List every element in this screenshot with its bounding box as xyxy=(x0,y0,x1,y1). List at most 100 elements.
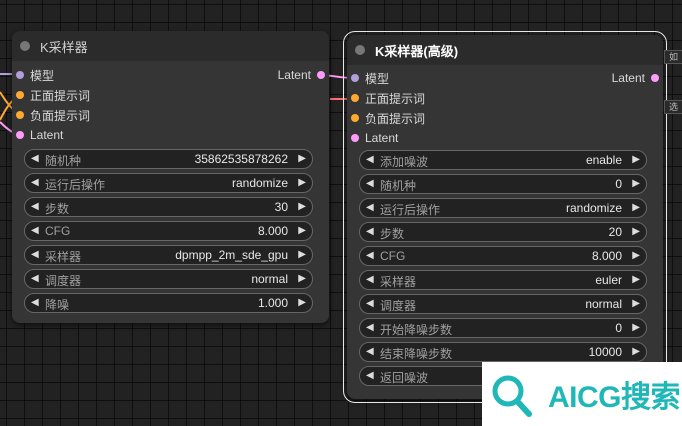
widget-value: randomize xyxy=(231,176,288,190)
widget-seed[interactable]: ◀ 随机种 0 ▶ xyxy=(359,174,647,194)
widget-label: 结束降噪步数 xyxy=(380,347,453,361)
widget-end-at-step[interactable]: ◀ 结束降噪步数 10000 ▶ xyxy=(359,342,647,362)
arrow-right-icon[interactable]: ▶ xyxy=(298,222,306,240)
arrow-left-icon[interactable]: ◀ xyxy=(366,175,374,193)
widget-scheduler[interactable]: ◀ 调度器 normal ▶ xyxy=(359,294,647,314)
arrow-right-icon[interactable]: ▶ xyxy=(632,199,640,217)
widget-sampler[interactable]: ◀ 采样器 euler ▶ xyxy=(359,270,647,290)
input-slot-negative[interactable]: 负面提示词 xyxy=(12,105,329,125)
arrow-left-icon[interactable]: ◀ xyxy=(31,294,39,312)
widget-value: 0 xyxy=(615,177,622,191)
input-slot-model[interactable]: 模型 Latent xyxy=(347,68,663,88)
edge-tab-1[interactable]: 如 xyxy=(664,50,682,64)
arrow-right-icon[interactable]: ▶ xyxy=(632,295,640,313)
edge-tab-2[interactable]: 选 xyxy=(664,100,682,114)
arrow-left-icon[interactable]: ◀ xyxy=(366,247,374,265)
arrow-left-icon[interactable]: ◀ xyxy=(366,367,374,385)
widget-value: euler xyxy=(595,273,622,287)
arrow-right-icon[interactable]: ▶ xyxy=(298,150,306,168)
widget-value: 8.000 xyxy=(257,224,288,238)
arrow-right-icon[interactable]: ▶ xyxy=(298,270,306,288)
widget-value: dpmpp_2m_sde_gpu xyxy=(175,248,288,262)
arrow-right-icon[interactable]: ▶ xyxy=(632,271,640,289)
latent-output-dot[interactable] xyxy=(317,71,325,79)
widget-label: 添加噪波 xyxy=(380,155,429,169)
latent-output-dot[interactable] xyxy=(651,74,659,82)
widget-label: CFG xyxy=(45,224,71,238)
arrow-right-icon[interactable]: ▶ xyxy=(632,319,640,337)
widget-control-after-generate[interactable]: ◀ 运行后操作 randomize ▶ xyxy=(24,173,313,193)
arrow-left-icon[interactable]: ◀ xyxy=(366,295,374,313)
widget-sampler[interactable]: ◀ 采样器 dpmpp_2m_sde_gpu ▶ xyxy=(24,245,313,265)
widget-label: 随机种 xyxy=(380,179,417,193)
arrow-left-icon[interactable]: ◀ xyxy=(366,343,374,361)
widget-value: randomize xyxy=(565,201,622,215)
widget-steps[interactable]: ◀ 步数 30 ▶ xyxy=(24,197,313,217)
arrow-right-icon[interactable]: ▶ xyxy=(298,174,306,192)
model-slot-dot[interactable] xyxy=(16,71,24,79)
watermark: AICG搜索 xyxy=(482,362,682,426)
arrow-left-icon[interactable]: ◀ xyxy=(31,198,39,216)
arrow-right-icon[interactable]: ▶ xyxy=(298,246,306,264)
widget-start-at-step[interactable]: ◀ 开始降噪步数 0 ▶ xyxy=(359,318,647,338)
arrow-right-icon[interactable]: ▶ xyxy=(298,198,306,216)
input-slot-positive[interactable]: 正面提示词 xyxy=(347,88,663,108)
ksampler-node[interactable]: K采样器 模型 Latent 正面提示词 负面提示词 Latent ◀ 随机种 … xyxy=(12,31,329,323)
widget-control-after-generate[interactable]: ◀ 运行后操作 randomize ▶ xyxy=(359,198,647,218)
arrow-right-icon[interactable]: ▶ xyxy=(632,343,640,361)
widget-cfg[interactable]: ◀ CFG 8.000 ▶ xyxy=(24,221,313,241)
arrow-right-icon[interactable]: ▶ xyxy=(632,175,640,193)
collapse-toggle[interactable] xyxy=(20,41,30,51)
ksampler-advanced-node[interactable]: K采样器(高级) 模型 Latent 正面提示词 负面提示词 Latent ◀ … xyxy=(343,31,667,403)
arrow-left-icon[interactable]: ◀ xyxy=(366,199,374,217)
output-label: Latent xyxy=(611,71,645,85)
node-header[interactable]: K采样器 xyxy=(12,31,329,61)
widget-value: enable xyxy=(585,153,622,167)
widget-value: normal xyxy=(251,272,288,286)
input-slot-latent[interactable]: Latent xyxy=(12,125,329,145)
node-header[interactable]: K采样器(高级) xyxy=(347,35,663,65)
widget-steps[interactable]: ◀ 步数 20 ▶ xyxy=(359,222,647,242)
input-slot-latent[interactable]: Latent xyxy=(347,128,663,148)
widget-denoise[interactable]: ◀ 降噪 1.000 ▶ xyxy=(24,293,313,313)
magnifier-icon xyxy=(492,375,532,417)
negative-slot-dot[interactable] xyxy=(16,111,24,119)
widget-cfg[interactable]: ◀ CFG 8.000 ▶ xyxy=(359,246,647,266)
widget-seed[interactable]: ◀ 随机种 35862535878262 ▶ xyxy=(24,149,313,169)
widget-label: 降噪 xyxy=(45,298,70,312)
arrow-left-icon[interactable]: ◀ xyxy=(366,223,374,241)
negative-slot-dot[interactable] xyxy=(351,114,359,122)
input-slot-model[interactable]: 模型 Latent xyxy=(12,65,329,85)
positive-slot-dot[interactable] xyxy=(16,91,24,99)
widget-scheduler[interactable]: ◀ 调度器 normal ▶ xyxy=(24,269,313,289)
collapse-toggle[interactable] xyxy=(355,45,365,55)
arrow-right-icon[interactable]: ▶ xyxy=(632,247,640,265)
slot-label: 模型 xyxy=(30,68,55,83)
positive-slot-dot[interactable] xyxy=(351,94,359,102)
arrow-left-icon[interactable]: ◀ xyxy=(31,246,39,264)
arrow-left-icon[interactable]: ◀ xyxy=(366,319,374,337)
arrow-left-icon[interactable]: ◀ xyxy=(366,271,374,289)
arrow-left-icon[interactable]: ◀ xyxy=(31,150,39,168)
model-slot-dot[interactable] xyxy=(351,74,359,82)
slot-label: Latent xyxy=(365,131,399,145)
latent-slot-dot[interactable] xyxy=(351,134,359,142)
arrow-left-icon[interactable]: ◀ xyxy=(31,270,39,288)
input-slot-negative[interactable]: 负面提示词 xyxy=(347,108,663,128)
arrow-left-icon[interactable]: ◀ xyxy=(31,222,39,240)
widget-label: 随机种 xyxy=(45,154,82,168)
latent-slot-dot[interactable] xyxy=(16,131,24,139)
arrow-left-icon[interactable]: ◀ xyxy=(31,174,39,192)
arrow-right-icon[interactable]: ▶ xyxy=(632,151,640,169)
arrow-right-icon[interactable]: ▶ xyxy=(632,223,640,241)
arrow-left-icon[interactable]: ◀ xyxy=(366,151,374,169)
input-slot-positive[interactable]: 正面提示词 xyxy=(12,85,329,105)
widget-add-noise[interactable]: ◀ 添加噪波 enable ▶ xyxy=(359,150,647,170)
widget-value: 30 xyxy=(274,200,288,214)
widget-label: 开始降噪步数 xyxy=(380,323,453,337)
arrow-right-icon[interactable]: ▶ xyxy=(298,294,306,312)
widget-label: 采样器 xyxy=(380,275,417,289)
widget-label: 采样器 xyxy=(45,250,82,264)
widget-value: 20 xyxy=(608,225,622,239)
watermark-text: AICG搜索 xyxy=(548,381,681,414)
